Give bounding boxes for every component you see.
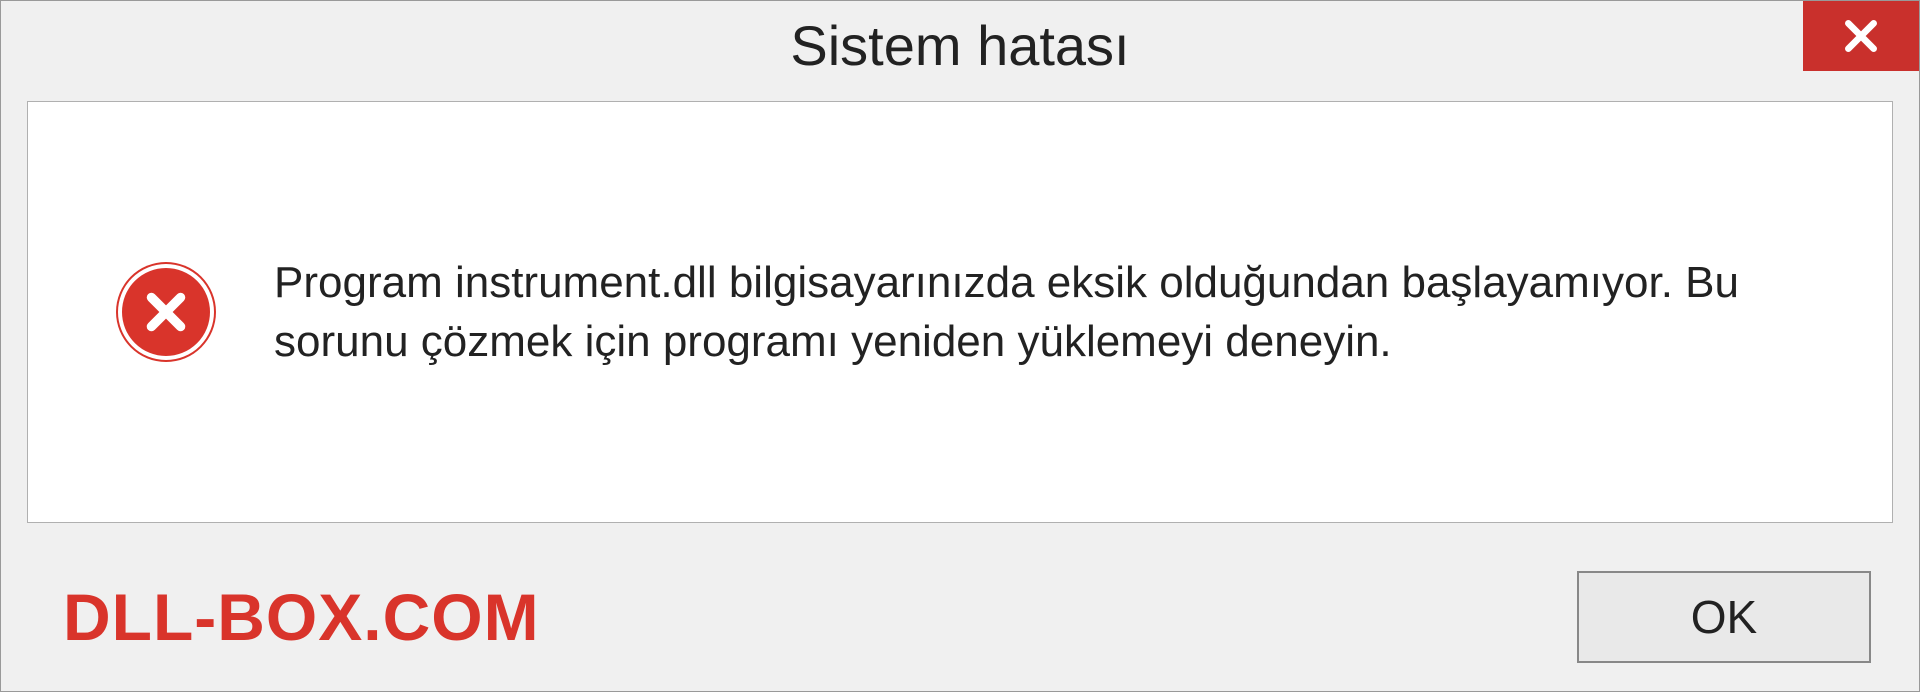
error-circle-x-icon <box>118 264 214 360</box>
error-dialog: Sistem hatası Program instrument.dll bil… <box>0 0 1920 692</box>
content-area: Program instrument.dll bilgisayarınızda … <box>27 101 1893 523</box>
close-icon <box>1842 17 1880 55</box>
error-message: Program instrument.dll bilgisayarınızda … <box>274 253 1822 372</box>
titlebar: Sistem hatası <box>1 1 1919 97</box>
watermark-text: DLL-BOX.COM <box>63 579 540 655</box>
dialog-title: Sistem hatası <box>790 1 1129 78</box>
error-icon-wrap <box>118 264 214 360</box>
dialog-footer: DLL-BOX.COM OK <box>1 543 1919 691</box>
close-button[interactable] <box>1803 1 1919 71</box>
ok-button[interactable]: OK <box>1577 571 1871 663</box>
